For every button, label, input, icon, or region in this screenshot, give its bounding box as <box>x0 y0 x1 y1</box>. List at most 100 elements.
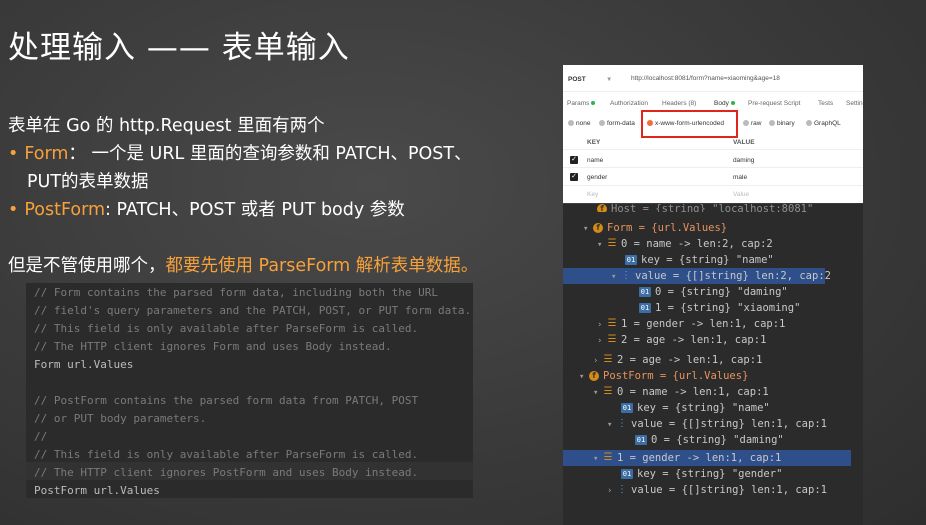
note-highlight: 都要先使用 ParseForm 解析表单数据。 <box>165 256 479 276</box>
list-icon: ☰ <box>607 334 617 345</box>
code-block: // Form contains the parsed form data, i… <box>26 283 473 498</box>
chevron-down-icon[interactable]: ▾ <box>593 451 603 467</box>
divider <box>563 185 863 186</box>
bullet-dot: • <box>8 200 19 220</box>
var-value[interactable]: ▾ ⋮ value = {[]string} len:1, cap:1 <box>607 416 827 432</box>
list-icon: ☰ <box>603 452 613 463</box>
field-icon: f <box>597 204 607 212</box>
body-type-binary[interactable]: binary <box>769 120 795 127</box>
code-line: // field's query parameters and the PATC… <box>34 304 472 317</box>
chevron-down-icon[interactable]: ▾ <box>583 221 593 237</box>
code-line: // Form contains the parsed form data, i… <box>34 286 438 299</box>
var-key[interactable]: 01 key = {string} "name" <box>621 400 770 416</box>
row-checkbox[interactable]: ✓ <box>570 156 578 164</box>
var-form-entry[interactable]: › ☰ 2 = age -> len:1, cap:1 <box>597 332 766 348</box>
array-icon: ⋮ <box>617 484 627 495</box>
var-host[interactable]: f Host = {string} "localhost:8081" <box>597 204 813 212</box>
tab-authorization[interactable]: Authorization <box>610 100 648 107</box>
object-icon: 01 <box>621 469 633 479</box>
object-icon: 01 <box>621 403 633 413</box>
chevron-down-icon[interactable]: ▾ <box>579 369 589 385</box>
var-value[interactable]: › ⋮ value = {[]string} len:1, cap:1 <box>607 482 827 498</box>
code-line: Form url.Values <box>34 358 134 371</box>
param-value[interactable]: daming <box>733 157 754 164</box>
code-line: // PostForm contains the parsed form dat… <box>34 394 419 407</box>
tab-body[interactable]: Body <box>714 100 735 107</box>
slide-title: 处理输入 —— 表单输入 <box>8 30 350 66</box>
bullet-postform: • PostForm: PATCH、POST 或者 PUT body 参数 <box>8 196 405 221</box>
new-value-input[interactable]: Value <box>733 191 749 198</box>
tab-tests[interactable]: Tests <box>818 100 833 107</box>
tab-settings[interactable]: Settings <box>846 100 863 107</box>
new-key-input[interactable]: Key <box>587 191 598 198</box>
postman-panel: POST ▾ http://localhost:8081/form?name=x… <box>563 65 863 203</box>
body-type-form-data[interactable]: form-data <box>599 120 635 127</box>
var-item[interactable]: 01 0 = {string} "daming" <box>639 284 788 300</box>
var-value-selected[interactable]: ▾ ⋮ value = {[]string} len:2, cap:2 <box>563 268 831 285</box>
divider <box>563 149 863 150</box>
code-line: PostForm url.Values <box>34 484 160 497</box>
note-prefix: 但是不管使用哪个， <box>8 256 166 276</box>
field-icon: f <box>593 223 603 233</box>
var-postform-entry-selected[interactable]: ▾ ☰ 1 = gender -> len:1, cap:1 <box>563 450 851 466</box>
tab-params[interactable]: Params <box>567 100 596 107</box>
bullet-form-label: Form <box>24 144 69 164</box>
url-input[interactable]: http://localhost:8081/form?name=xiaoming… <box>631 75 780 82</box>
var-form-entry[interactable]: › ☰ 2 = age -> len:1, cap:1 <box>593 352 762 368</box>
var-form-entry[interactable]: ▾ ☰ 0 = name -> len:2, cap:2 <box>597 236 773 252</box>
object-icon: 01 <box>639 287 651 297</box>
chevron-down-icon[interactable]: ▾ <box>611 269 621 285</box>
chevron-down-icon[interactable]: ▾ <box>597 237 607 253</box>
bullet-form: • Form： 一个是 URL 里面的查询参数和 PATCH、POST、 <box>8 140 472 165</box>
list-icon: ☰ <box>607 318 617 329</box>
var-postform[interactable]: ▾ f PostForm = {url.Values} <box>579 368 748 384</box>
divider <box>563 91 863 92</box>
bullet-postform-label: PostForm <box>24 200 106 220</box>
note-text: 但是不管使用哪个，都要先使用 ParseForm 解析表单数据。 <box>8 252 478 277</box>
list-icon: ☰ <box>603 354 613 365</box>
row-checkbox[interactable]: ✓ <box>570 173 578 181</box>
bullet-dot: • <box>8 144 19 164</box>
chevron-down-icon[interactable]: ▾ <box>593 385 603 401</box>
object-icon: 01 <box>639 303 651 313</box>
field-icon: f <box>589 371 599 381</box>
chevron-right-icon[interactable]: › <box>607 483 617 499</box>
var-item[interactable]: 01 1 = {string} "xiaoming" <box>639 300 800 316</box>
chevron-right-icon[interactable]: › <box>597 333 607 349</box>
list-icon: ☰ <box>607 238 617 249</box>
var-form-entry[interactable]: › ☰ 1 = gender -> len:1, cap:1 <box>597 316 785 332</box>
object-icon: 01 <box>625 255 637 265</box>
object-icon: 01 <box>635 435 647 445</box>
var-item[interactable]: 01 0 = {string} "daming" <box>635 432 784 448</box>
column-key: KEY <box>587 139 601 146</box>
code-line: // This field is only available after Pa… <box>34 448 419 461</box>
column-value: VALUE <box>733 139 755 146</box>
bullet-form-text-2: PUT的表单数据 <box>27 172 149 192</box>
code-line: // This field is only available after Pa… <box>34 322 419 335</box>
debugger-variables: f Host = {string} "localhost:8081" ▾ f Form… <box>563 204 863 525</box>
param-key[interactable]: gender <box>587 174 607 181</box>
chevron-right-icon[interactable]: › <box>593 353 603 369</box>
var-key[interactable]: 01 key = {string} "name" <box>625 252 774 268</box>
body-type-none[interactable]: none <box>568 120 590 127</box>
tab-headers[interactable]: Headers (8) <box>662 100 696 107</box>
method-select[interactable]: POST ▾ <box>568 75 611 83</box>
var-postform-entry[interactable]: ▾ ☰ 0 = name -> len:1, cap:1 <box>593 384 769 400</box>
intro-text: 表单在 Go 的 http.Request 里面有两个 <box>8 116 325 136</box>
code-line: // The HTTP client ignores PostForm and … <box>34 466 419 479</box>
chevron-right-icon[interactable]: › <box>597 317 607 333</box>
array-icon: ⋮ <box>621 270 631 281</box>
param-key[interactable]: name <box>587 157 603 164</box>
var-key[interactable]: 01 key = {string} "gender" <box>621 466 782 482</box>
chevron-down-icon[interactable]: ▾ <box>607 417 617 433</box>
array-icon: ⋮ <box>617 418 627 429</box>
tab-pre-request[interactable]: Pre-request Script <box>748 100 800 107</box>
var-form[interactable]: ▾ f Form = {url.Values} <box>583 220 727 236</box>
code-line: // The HTTP client ignores Form and uses… <box>34 340 392 353</box>
param-value[interactable]: male <box>733 174 747 181</box>
bullet-form-text: ： 一个是 URL 里面的查询参数和 PATCH、POST、 <box>68 144 472 164</box>
body-type-raw[interactable]: raw <box>743 120 761 127</box>
body-type-graphql[interactable]: GraphQL <box>806 120 841 127</box>
body-type-urlencoded[interactable]: x-www-form-urlencoded <box>647 120 724 127</box>
bullet-postform-text: : PATCH、POST 或者 PUT body 参数 <box>105 200 405 220</box>
